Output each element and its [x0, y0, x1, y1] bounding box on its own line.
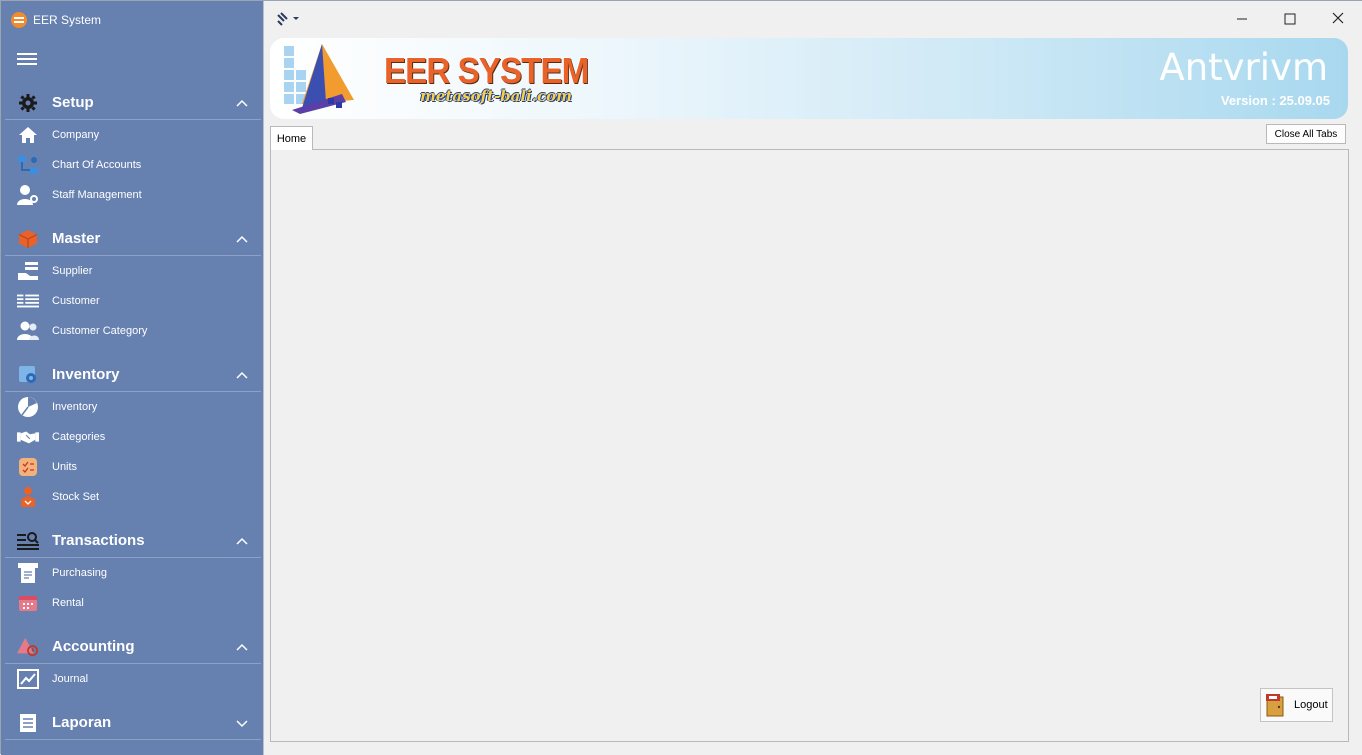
window-topbar — [264, 1, 1362, 37]
customer-category-icon — [17, 320, 39, 342]
sidebar-item-chart-of-accounts[interactable]: Chart Of Accounts — [5, 150, 261, 180]
sidebar-item-customer[interactable]: Customer — [5, 286, 261, 316]
exit-door-icon — [1266, 694, 1284, 717]
eer-logo-icon — [284, 44, 354, 114]
sidebar-item-staff-management[interactable]: Staff Management — [5, 180, 261, 210]
sidebar-item-stock-set[interactable]: Stock Set — [5, 482, 261, 512]
sidebar-item-label: Company — [52, 129, 100, 141]
sidebar-item-label: Rental — [52, 597, 84, 609]
maximize-button[interactable] — [1278, 9, 1302, 29]
section-transactions[interactable]: Transactions — [5, 524, 261, 558]
logout-button[interactable]: Logout — [1260, 688, 1333, 722]
section-label: Accounting — [52, 638, 135, 655]
sidebar-item-label: Staff Management — [52, 189, 142, 201]
customer-list-icon — [17, 290, 39, 312]
quick-access-icon[interactable] — [276, 12, 302, 26]
chevron-up-icon[interactable] — [235, 640, 249, 654]
brand-title: EER SYSTEM — [384, 50, 589, 91]
sidebar: EER System Setup Company Chart Of Accoun… — [1, 1, 263, 755]
sidebar-item-supplier[interactable]: Supplier — [5, 256, 261, 286]
report-icon — [17, 712, 39, 734]
chevron-up-icon[interactable] — [235, 368, 249, 382]
staff-icon — [17, 184, 39, 206]
app-window: EER System Setup Company Chart Of Accoun… — [0, 0, 1362, 755]
minimize-button[interactable] — [1230, 9, 1254, 29]
sidebar-item-label: Chart Of Accounts — [52, 159, 142, 171]
window-title: EER System — [33, 13, 102, 27]
calendar-icon — [17, 592, 39, 614]
gear-icon — [17, 92, 39, 114]
chart-of-accounts-icon — [17, 154, 39, 176]
sidebar-item-label: Purchasing — [52, 567, 108, 579]
brand-subtitle: metasoft-bali.com — [420, 87, 572, 105]
section-accounting[interactable]: Accounting — [5, 630, 261, 664]
transactions-icon — [17, 530, 39, 552]
stock-set-icon — [17, 486, 39, 508]
sidebar-item-label: Supplier — [52, 265, 93, 277]
section-label: Inventory — [52, 366, 120, 383]
chevron-down-icon[interactable] — [235, 716, 249, 730]
inventory-settings-icon — [17, 364, 39, 386]
section-label: Transactions — [52, 532, 145, 549]
header-banner: EER SYSTEM metasoft-bali.com Antvrivm Ve… — [270, 38, 1348, 119]
main-area: EER SYSTEM metasoft-bali.com Antvrivm Ve… — [263, 1, 1362, 755]
sidebar-item-categories[interactable]: Categories — [5, 422, 261, 452]
sidebar-item-label: Journal — [52, 673, 89, 685]
sidebar-item-label: Categories — [52, 431, 106, 443]
sidebar-item-customer-category[interactable]: Customer Category — [5, 316, 261, 346]
close-all-tabs-button[interactable]: Close All Tabs — [1266, 124, 1346, 144]
accounting-icon — [17, 636, 39, 658]
purchasing-icon — [17, 562, 39, 584]
section-laporan[interactable]: Laporan — [5, 706, 261, 740]
sidebar-item-label: Inventory — [52, 401, 98, 413]
sidebar-item-company[interactable]: Company — [5, 120, 261, 150]
box-icon — [17, 228, 39, 250]
tab-content-home: Logout — [270, 149, 1349, 742]
section-label: Setup — [52, 94, 94, 111]
tab-home[interactable]: Home — [270, 126, 313, 150]
sidebar-item-purchasing[interactable]: Purchasing — [5, 558, 261, 588]
app-logo-icon — [11, 12, 27, 28]
version-label: Version : 25.09.05 — [1220, 93, 1330, 108]
section-inventory[interactable]: Inventory — [5, 358, 261, 392]
home-icon — [17, 124, 39, 146]
sidebar-item-units[interactable]: Units — [5, 452, 261, 482]
sidebar-item-inventory[interactable]: Inventory — [5, 392, 261, 422]
sidebar-item-label: Customer Category — [52, 325, 148, 337]
chevron-up-icon[interactable] — [235, 96, 249, 110]
sidebar-item-label: Customer — [52, 295, 100, 307]
logout-label: Logout — [1294, 699, 1328, 711]
section-master[interactable]: Master — [5, 222, 261, 256]
close-button[interactable] — [1326, 9, 1350, 29]
chevron-up-icon[interactable] — [235, 534, 249, 548]
sidebar-item-rental[interactable]: Rental — [5, 588, 261, 618]
hamburger-menu-icon[interactable] — [17, 53, 37, 65]
sidebar-item-journal[interactable]: Journal — [5, 664, 261, 694]
section-label: Master — [52, 230, 101, 247]
window-titlebar: EER System — [1, 1, 263, 39]
supplier-icon — [17, 260, 39, 282]
pie-icon — [17, 396, 39, 418]
section-setup[interactable]: Setup — [5, 86, 261, 120]
chevron-up-icon[interactable] — [235, 232, 249, 246]
section-label: Laporan — [52, 714, 112, 731]
units-icon — [17, 456, 39, 478]
sidebar-item-label: Stock Set — [52, 491, 100, 503]
handshake-icon — [17, 426, 39, 448]
trend-icon — [17, 668, 39, 690]
company-name: Antvrivm — [1159, 46, 1328, 89]
sidebar-item-label: Units — [52, 461, 78, 473]
